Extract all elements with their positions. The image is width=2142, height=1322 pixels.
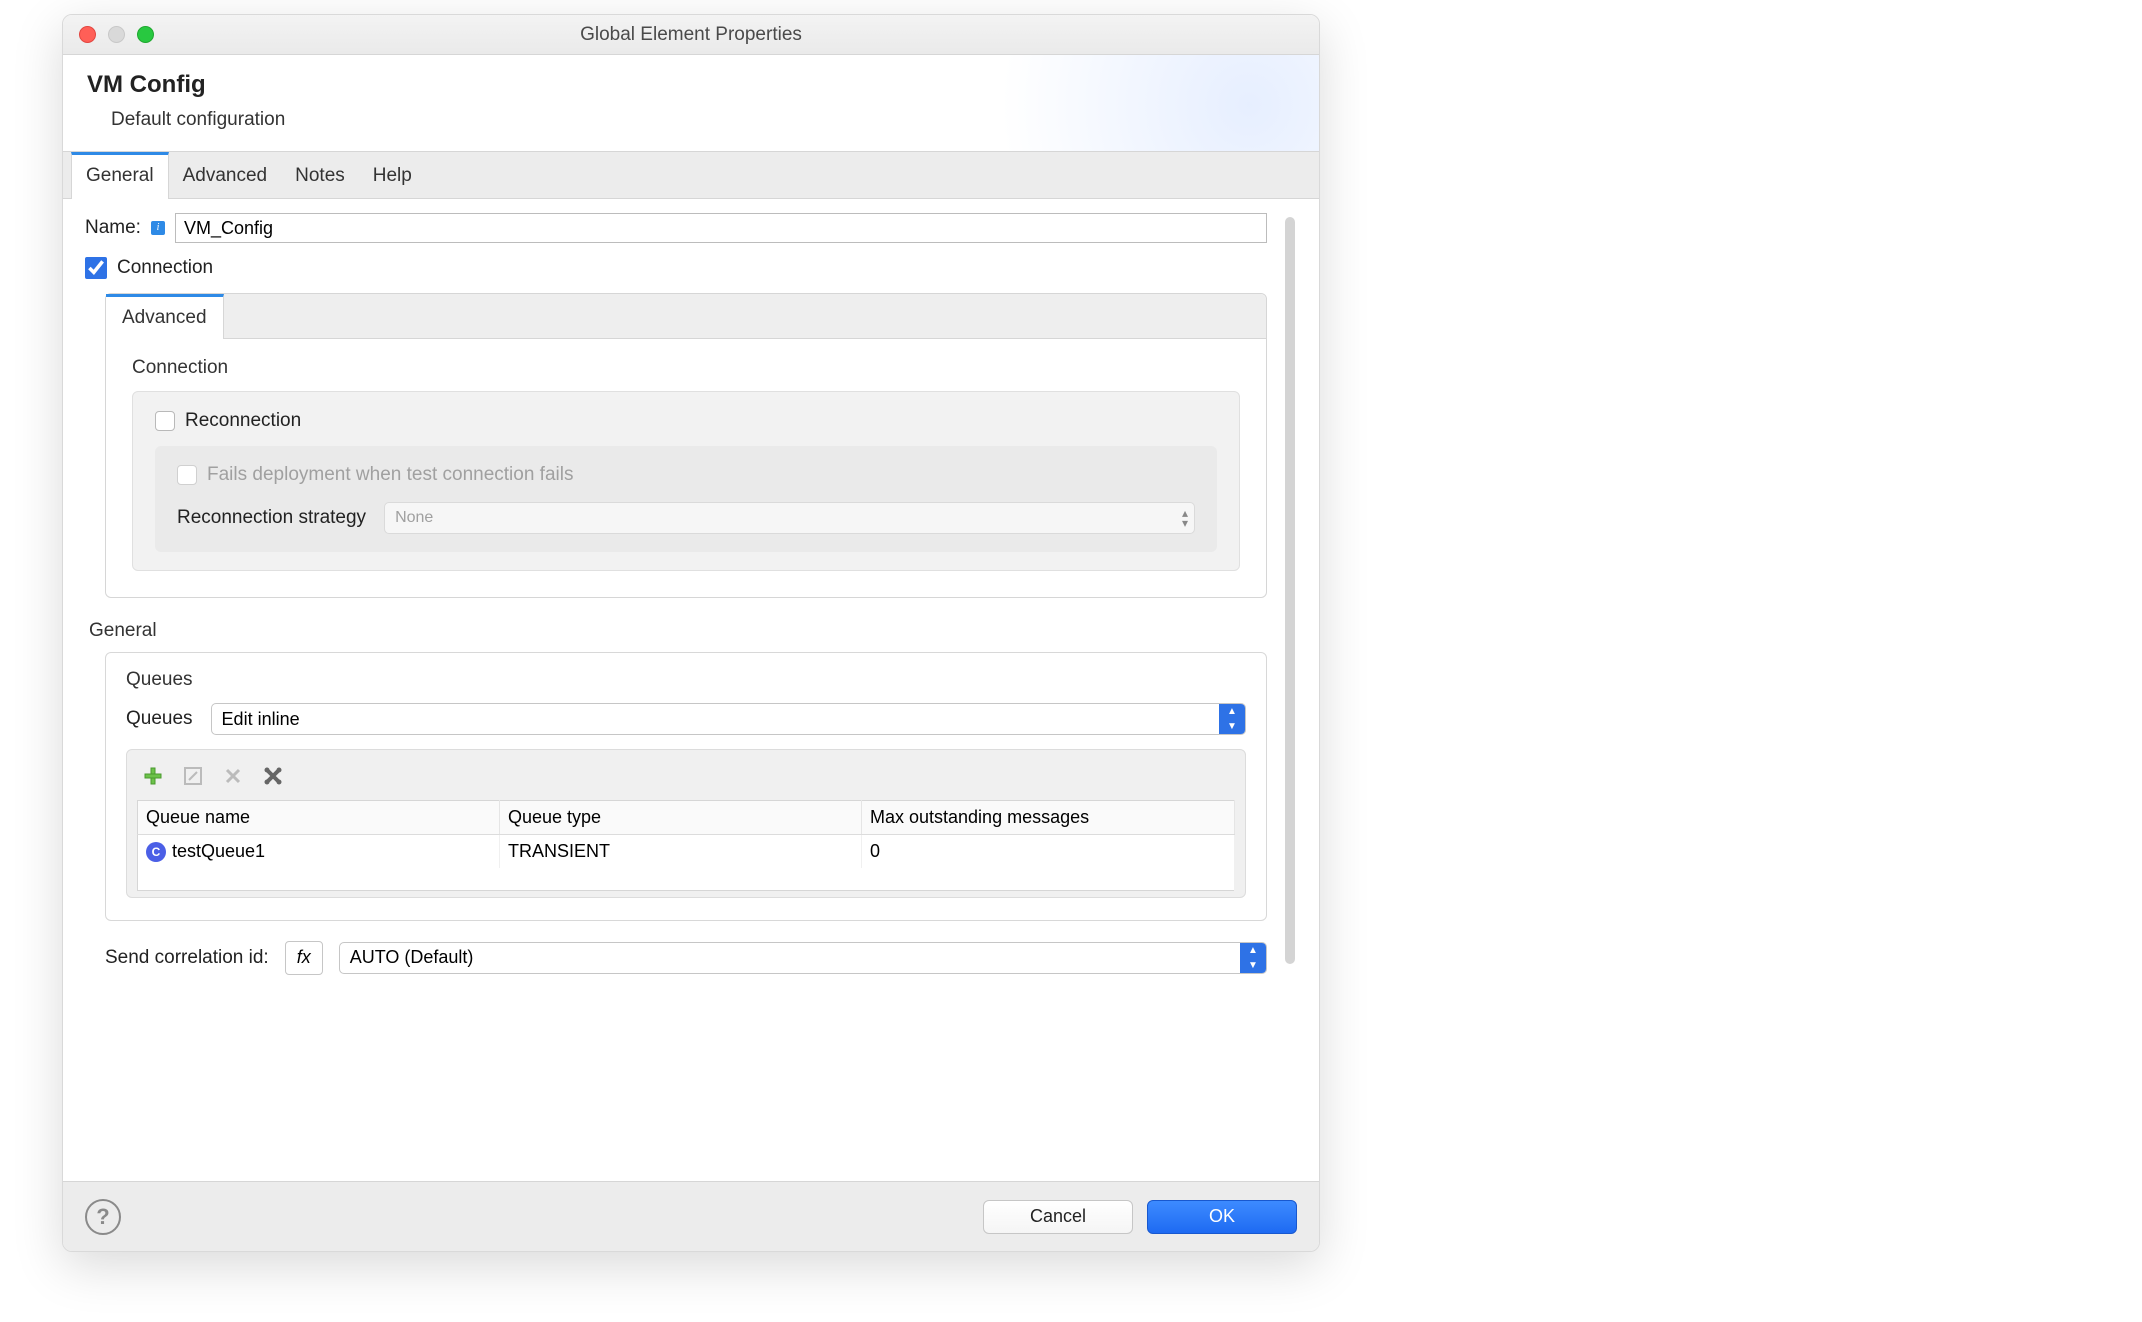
queues-toolbar-box: Queue name Queue type Max outstanding me…: [126, 749, 1246, 898]
queues-box: Queues Queues Edit inline ▲▼: [105, 652, 1267, 921]
footer: ? Cancel OK: [63, 1181, 1319, 1251]
queues-header: Queues: [126, 669, 1246, 691]
tab-help[interactable]: Help: [359, 152, 426, 198]
reconnection-checkbox[interactable]: [155, 411, 175, 431]
queues-col-type: Queue type: [500, 801, 862, 835]
queue-item-icon: C: [146, 842, 166, 862]
fails-label: Fails deployment when test connection fa…: [207, 464, 573, 486]
tab-notes[interactable]: Notes: [281, 152, 359, 198]
connection-group: Advanced Connection Reconnection Fails d…: [105, 293, 1267, 598]
help-icon[interactable]: ?: [85, 1199, 121, 1235]
window-title: Global Element Properties: [580, 24, 802, 46]
correlation-value: AUTO (Default): [350, 947, 474, 968]
connection-checkbox[interactable]: [85, 257, 107, 279]
queues-table[interactable]: Queue name Queue type Max outstanding me…: [137, 800, 1235, 891]
close-window-icon[interactable]: [79, 26, 96, 43]
chevron-updown-icon: ▴▾: [1182, 508, 1188, 528]
content-area: Name: i Connection Advanced Connection R…: [63, 199, 1319, 1181]
strategy-label: Reconnection strategy: [177, 507, 366, 529]
select-stepper-icon: ▲▼: [1219, 704, 1245, 734]
cancel-button[interactable]: Cancel: [983, 1200, 1133, 1234]
queues-label: Queues: [126, 708, 193, 730]
tab-general[interactable]: General: [71, 152, 169, 199]
delete-icon[interactable]: [221, 764, 245, 788]
queue-max: 0: [862, 835, 1235, 869]
connection-row: Connection: [85, 257, 1267, 279]
scrollbar-thumb[interactable]: [1285, 217, 1295, 964]
name-input[interactable]: [175, 213, 1267, 243]
fails-checkbox: [177, 465, 197, 485]
connection-tab-advanced[interactable]: Advanced: [106, 294, 224, 339]
connection-header: Connection: [132, 357, 1240, 379]
strategy-value: None: [395, 509, 433, 527]
info-icon: i: [151, 221, 165, 235]
titlebar: Global Element Properties: [63, 15, 1319, 55]
reconnection-inner: Fails deployment when test connection fa…: [155, 446, 1217, 552]
queues-toolbar: [137, 760, 1235, 800]
select-stepper-icon: ▲▼: [1240, 943, 1266, 973]
tools-icon[interactable]: [261, 764, 285, 788]
connection-label: Connection: [117, 257, 213, 279]
queue-type: TRANSIENT: [500, 835, 862, 869]
general-header: General: [89, 620, 1267, 642]
fx-button[interactable]: fx: [285, 941, 323, 975]
minimize-window-icon: [108, 26, 125, 43]
tab-advanced[interactable]: Advanced: [169, 152, 282, 198]
top-tabbar: General Advanced Notes Help: [63, 151, 1319, 199]
connection-tabbar: Advanced: [106, 294, 1266, 339]
banner-subtitle: Default configuration: [111, 109, 1295, 131]
traffic-lights: [79, 26, 154, 43]
dialog-window: Global Element Properties VM Config Defa…: [62, 14, 1320, 1252]
add-icon[interactable]: [141, 764, 165, 788]
reconnection-label: Reconnection: [185, 410, 301, 432]
name-row: Name: i: [85, 213, 1267, 243]
banner: VM Config Default configuration: [63, 55, 1319, 151]
reconnection-box: Reconnection Fails deployment when test …: [132, 391, 1240, 571]
correlation-row: Send correlation id: fx AUTO (Default) ▲…: [105, 941, 1267, 975]
strategy-select[interactable]: None ▴▾: [384, 502, 1195, 534]
scrollbar[interactable]: [1285, 213, 1297, 1171]
banner-title: VM Config: [87, 71, 1295, 99]
queues-col-max: Max outstanding messages: [862, 801, 1235, 835]
correlation-select[interactable]: AUTO (Default) ▲▼: [339, 942, 1267, 974]
queues-value: Edit inline: [222, 709, 300, 730]
connection-body: Connection Reconnection Fails deployment…: [106, 339, 1266, 597]
ok-button[interactable]: OK: [1147, 1200, 1297, 1234]
queues-select[interactable]: Edit inline ▲▼: [211, 703, 1246, 735]
table-row[interactable]: CtestQueue1 TRANSIENT 0: [138, 835, 1235, 869]
zoom-window-icon[interactable]: [137, 26, 154, 43]
correlation-label: Send correlation id:: [105, 947, 269, 969]
queue-name: testQueue1: [172, 841, 265, 861]
queues-col-name: Queue name: [138, 801, 500, 835]
name-label: Name:: [85, 217, 141, 239]
edit-icon[interactable]: [181, 764, 205, 788]
